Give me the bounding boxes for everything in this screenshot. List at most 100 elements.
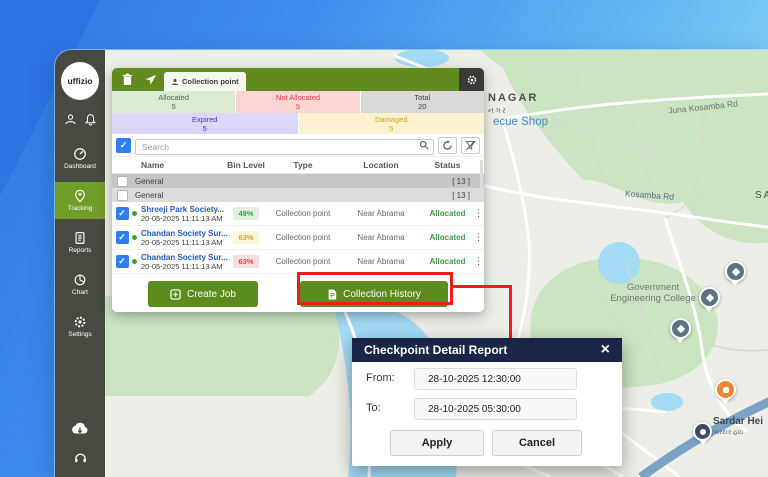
modal-title: Checkpoint Detail Report: [364, 343, 507, 357]
toll-icon: [700, 429, 706, 435]
store-poi-marker[interactable]: [715, 379, 736, 400]
row-name-link[interactable]: Shreeji Park Society...: [141, 205, 224, 214]
stat-value: 5: [389, 124, 393, 133]
close-icon[interactable]: ×: [601, 342, 610, 358]
group-row-general-2[interactable]: General [ 13 ]: [112, 188, 484, 202]
table-row[interactable]: Chandan Society Sur... 20-05-2025 11:11:…: [112, 250, 484, 274]
sidebar-item-label: Reports: [69, 247, 92, 254]
panel-settings-button[interactable]: [459, 68, 484, 91]
table-header: Name Bin Level Type Location Status: [112, 157, 484, 174]
stats-row-2: Expired 5 Damaged 5: [112, 113, 484, 134]
clear-filter-button[interactable]: [461, 137, 480, 154]
graduation-cap-poi-marker[interactable]: [725, 261, 746, 282]
stat-total[interactable]: Total 20: [361, 91, 484, 113]
stat-allocated[interactable]: Allocated 5: [112, 91, 235, 113]
stat-label: Allocated: [158, 93, 189, 102]
stat-damaged[interactable]: Damaged 5: [299, 113, 485, 134]
cancel-button[interactable]: Cancel: [492, 430, 582, 456]
row-menu-icon[interactable]: [473, 256, 484, 267]
dashboard-icon: [73, 147, 87, 161]
bell-icon[interactable]: [84, 113, 97, 126]
cloud-download-icon[interactable]: [70, 421, 90, 435]
table-row[interactable]: Shreeji Park Society... 20-05-2025 11:11…: [112, 202, 484, 226]
app-logo: uffizio: [61, 62, 99, 100]
modal-header: Checkpoint Detail Report ×: [352, 338, 622, 362]
stat-label: Total: [414, 93, 430, 102]
group-row-general-1[interactable]: General [ 13 ]: [112, 174, 484, 188]
apply-button[interactable]: Apply: [390, 430, 484, 456]
row-checkbox[interactable]: [116, 255, 129, 268]
create-job-button[interactable]: Create Job: [148, 281, 258, 307]
row-name-link[interactable]: Chandan Society Sur...: [141, 229, 228, 238]
refresh-button[interactable]: [438, 137, 457, 154]
row-location: Near Abrama: [340, 209, 422, 218]
table-row[interactable]: Chandan Society Sur... 20-05-2025 11:11:…: [112, 226, 484, 250]
column-bin-level[interactable]: Bin Level: [226, 160, 266, 170]
toll-poi-marker[interactable]: [693, 422, 712, 441]
user-icon[interactable]: [64, 113, 77, 126]
stat-not-allocated[interactable]: Not Allocated 5: [236, 91, 359, 113]
from-datetime-field[interactable]: [414, 368, 577, 390]
graduation-cap-poi-marker[interactable]: [699, 287, 720, 308]
search-icon[interactable]: [419, 140, 429, 150]
column-status[interactable]: Status: [422, 160, 473, 170]
column-type[interactable]: Type: [266, 160, 340, 170]
to-label: To:: [366, 402, 381, 414]
graduation-cap-poi-marker[interactable]: [670, 318, 691, 339]
graduation-cap-icon: [676, 324, 684, 332]
person-icon: [171, 78, 179, 86]
select-all-checkbox[interactable]: [116, 138, 131, 153]
row-location: Near Abrama: [340, 233, 422, 242]
group-checkbox[interactable]: [117, 190, 128, 201]
from-label: From:: [366, 372, 395, 384]
stat-label: Not Allocated: [276, 93, 320, 102]
group-label: General: [135, 177, 163, 186]
create-job-label: Create Job: [187, 289, 236, 300]
search-input[interactable]: [135, 139, 434, 155]
row-date: 20-05-2025 11:11:13 AM: [141, 214, 224, 223]
headset-icon[interactable]: [73, 450, 88, 465]
panel-header: Collection point: [112, 68, 484, 91]
panel-scrollbar[interactable]: [480, 160, 483, 202]
row-status: Allocated: [422, 209, 473, 218]
column-location[interactable]: Location: [340, 160, 422, 170]
status-dot: [132, 235, 137, 240]
sidebar-item-reports[interactable]: Reports: [55, 224, 105, 261]
column-name[interactable]: Name: [132, 160, 226, 170]
row-menu-icon[interactable]: [473, 232, 484, 243]
row-name-link[interactable]: Chandan Society Sur...: [141, 253, 228, 262]
settings-gear-icon: [73, 315, 87, 329]
sidebar-item-tracking[interactable]: Tracking: [55, 182, 105, 219]
sidebar-item-label: Settings: [68, 331, 92, 338]
checkpoint-detail-report-modal: Checkpoint Detail Report × From: To: App…: [352, 338, 622, 466]
tracking-pin-icon: [73, 189, 87, 203]
sidebar-item-dashboard[interactable]: Dashboard: [55, 140, 105, 177]
trash-icon[interactable]: [122, 73, 133, 86]
row-status: Allocated: [422, 257, 473, 266]
stat-expired[interactable]: Expired 5: [112, 113, 298, 134]
row-checkbox[interactable]: [116, 231, 129, 244]
stats-row-1: Allocated 5 Not Allocated 5 Total 20: [112, 91, 484, 113]
navigation-arrow-icon[interactable]: [145, 74, 157, 86]
sidebar-item-label: Chart: [72, 289, 88, 296]
row-date: 20-05-2025 11:11:13 AM: [141, 238, 228, 247]
row-menu-icon[interactable]: [473, 208, 484, 219]
status-dot: [132, 259, 137, 264]
row-status: Allocated: [422, 233, 473, 242]
search-bar: [112, 134, 484, 157]
group-label: General: [135, 191, 163, 200]
status-dot: [132, 211, 137, 216]
tab-collection-point[interactable]: Collection point: [164, 72, 246, 91]
row-location: Near Abrama: [340, 257, 422, 266]
bin-level-badge: 63%: [233, 231, 258, 244]
row-type: Collection point: [266, 233, 340, 242]
row-checkbox[interactable]: [116, 207, 129, 220]
group-checkbox[interactable]: [117, 176, 128, 187]
sidebar-item-settings[interactable]: Settings: [55, 308, 105, 345]
sidebar-item-chart[interactable]: Chart: [55, 266, 105, 303]
stat-label: Expired: [192, 115, 217, 124]
row-type: Collection point: [266, 209, 340, 218]
to-datetime-field[interactable]: [414, 398, 577, 420]
sidebar-item-label: Dashboard: [64, 163, 96, 170]
stat-value: 5: [172, 102, 176, 111]
